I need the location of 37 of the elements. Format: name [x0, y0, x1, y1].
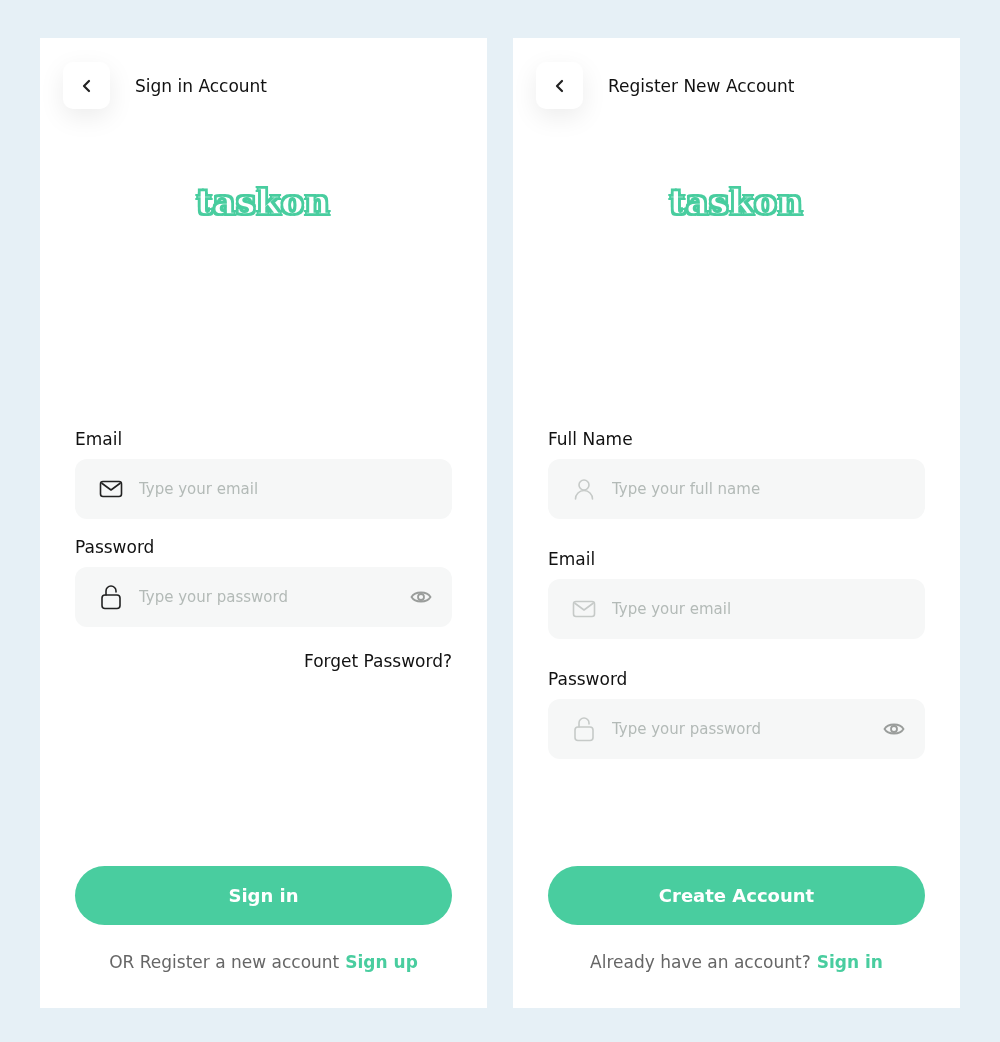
- text-input[interactable]: Type your password: [610, 719, 869, 739]
- footer-text: OR Register a new account: [109, 952, 340, 972]
- back-button[interactable]: [536, 62, 583, 109]
- field-label: Password: [75, 537, 156, 557]
- screen-title: Sign in Account: [135, 75, 268, 96]
- unlocked-padlock-icon: [99, 584, 123, 610]
- footer-text: Already have an account?: [590, 952, 811, 972]
- primary-button[interactable]: Create Account: [548, 866, 925, 925]
- footer-link[interactable]: Sign up: [345, 952, 418, 972]
- logo: taskon: [196, 182, 331, 222]
- primary-button[interactable]: Sign in: [75, 866, 452, 925]
- text-input[interactable]: Type your full name: [610, 479, 905, 499]
- field-label: Email: [548, 549, 597, 569]
- back-icon: [80, 78, 93, 93]
- eye-icon[interactable]: [410, 589, 432, 605]
- input-field[interactable]: Type your password: [548, 699, 925, 759]
- footer-link[interactable]: Sign in: [816, 952, 883, 972]
- screen-title: Register New Account: [608, 75, 795, 96]
- envelope-icon: [572, 599, 596, 619]
- back-icon: [553, 78, 566, 93]
- text-input[interactable]: Type your email: [610, 599, 905, 619]
- input-field[interactable]: Type your email: [548, 579, 925, 639]
- text-input[interactable]: Type your email: [137, 479, 432, 499]
- envelope-icon: [99, 479, 123, 499]
- field-label: Password: [548, 669, 629, 689]
- back-button[interactable]: [63, 62, 110, 109]
- input-field[interactable]: Type your email: [75, 459, 452, 519]
- input-field[interactable]: Type your full name: [548, 459, 925, 519]
- unlocked-padlock-icon: [572, 716, 596, 742]
- field-label: Full Name: [548, 429, 634, 449]
- input-field[interactable]: Type your password: [75, 567, 452, 627]
- eye-icon[interactable]: [883, 721, 905, 737]
- text-input[interactable]: Type your password: [137, 587, 396, 607]
- field-label: Email: [75, 429, 124, 449]
- person-icon: [572, 477, 596, 501]
- logo: taskon: [669, 182, 804, 222]
- forgot-password-link[interactable]: Forget Password?: [304, 651, 452, 671]
